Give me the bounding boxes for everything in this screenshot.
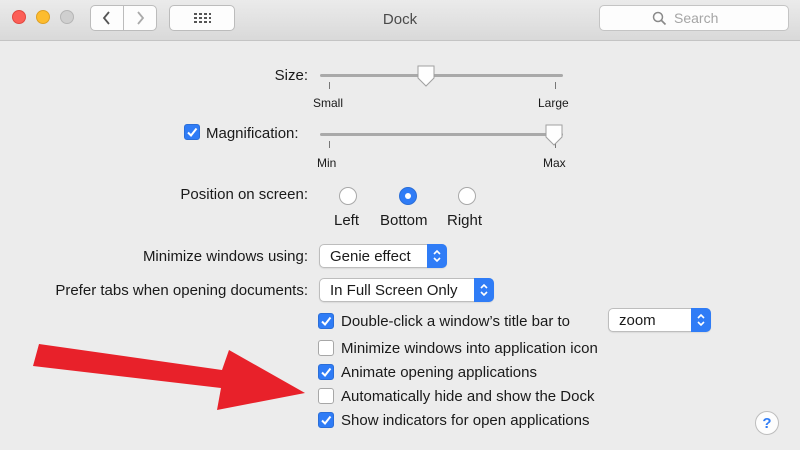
minimize-into-icon-label: Minimize windows into application icon	[341, 340, 598, 357]
magnification-min-label: Min	[317, 156, 337, 170]
checkmark-icon	[321, 316, 332, 327]
checkmark-icon	[187, 127, 198, 138]
position-bottom-label: Bottom	[380, 212, 428, 229]
size-max-tick	[555, 82, 556, 89]
magnification-checkbox[interactable]	[184, 124, 200, 140]
double-click-checkbox[interactable]	[318, 313, 334, 329]
autohide-checkbox[interactable]	[318, 388, 334, 404]
search-icon	[652, 11, 667, 25]
search-field[interactable]	[599, 5, 789, 31]
size-min-tick	[329, 82, 330, 89]
magnification-slider-track[interactable]	[320, 133, 563, 136]
magnification-label: Magnification:	[206, 125, 299, 142]
position-left-label: Left	[334, 212, 360, 229]
checkmark-icon	[321, 415, 332, 426]
stepper-arrows-icon	[433, 249, 441, 263]
minimize-effect-label: Minimize windows using:	[142, 248, 308, 265]
position-left-radio[interactable]	[339, 187, 357, 205]
stepper-arrows-icon	[480, 283, 488, 297]
size-max-label: Large	[538, 96, 569, 110]
position-right-label: Right	[447, 212, 483, 229]
size-label: Size:	[274, 67, 308, 84]
title-bar: Dock	[0, 0, 800, 41]
indicators-checkbox[interactable]	[318, 412, 334, 428]
size-min-label: Small	[313, 96, 344, 110]
autohide-label: Automatically hide and show the Dock	[341, 388, 595, 405]
position-right-radio[interactable]	[458, 187, 476, 205]
minimize-effect-value: Genie effect	[330, 248, 411, 265]
magnification-max-label: Max	[543, 156, 566, 170]
animate-label: Animate opening applications	[341, 364, 537, 381]
magnification-min-tick	[329, 141, 330, 148]
animate-checkbox[interactable]	[318, 364, 334, 380]
stepper-arrows-icon	[697, 313, 705, 327]
checkmark-icon	[321, 367, 332, 378]
minimize-effect-popup[interactable]: Genie effect	[319, 244, 447, 268]
prefer-tabs-value: In Full Screen Only	[330, 282, 458, 299]
prefer-tabs-popup[interactable]: In Full Screen Only	[319, 278, 494, 302]
help-button[interactable]: ?	[755, 411, 779, 435]
double-click-action-value: zoom	[619, 312, 656, 329]
search-input[interactable]	[672, 9, 736, 27]
prefer-tabs-label: Prefer tabs when opening documents:	[55, 282, 308, 299]
minimize-into-icon-checkbox[interactable]	[318, 340, 334, 356]
double-click-label: Double-click a window’s title bar to	[341, 313, 570, 330]
size-slider-track[interactable]	[320, 74, 563, 77]
double-click-action-popup[interactable]: zoom	[608, 308, 711, 332]
position-bottom-radio[interactable]	[399, 187, 417, 205]
indicators-label: Show indicators for open applications	[341, 412, 590, 429]
magnification-slider-thumb[interactable]	[544, 123, 564, 147]
position-label: Position on screen:	[180, 186, 308, 203]
size-slider-thumb[interactable]	[416, 64, 436, 88]
